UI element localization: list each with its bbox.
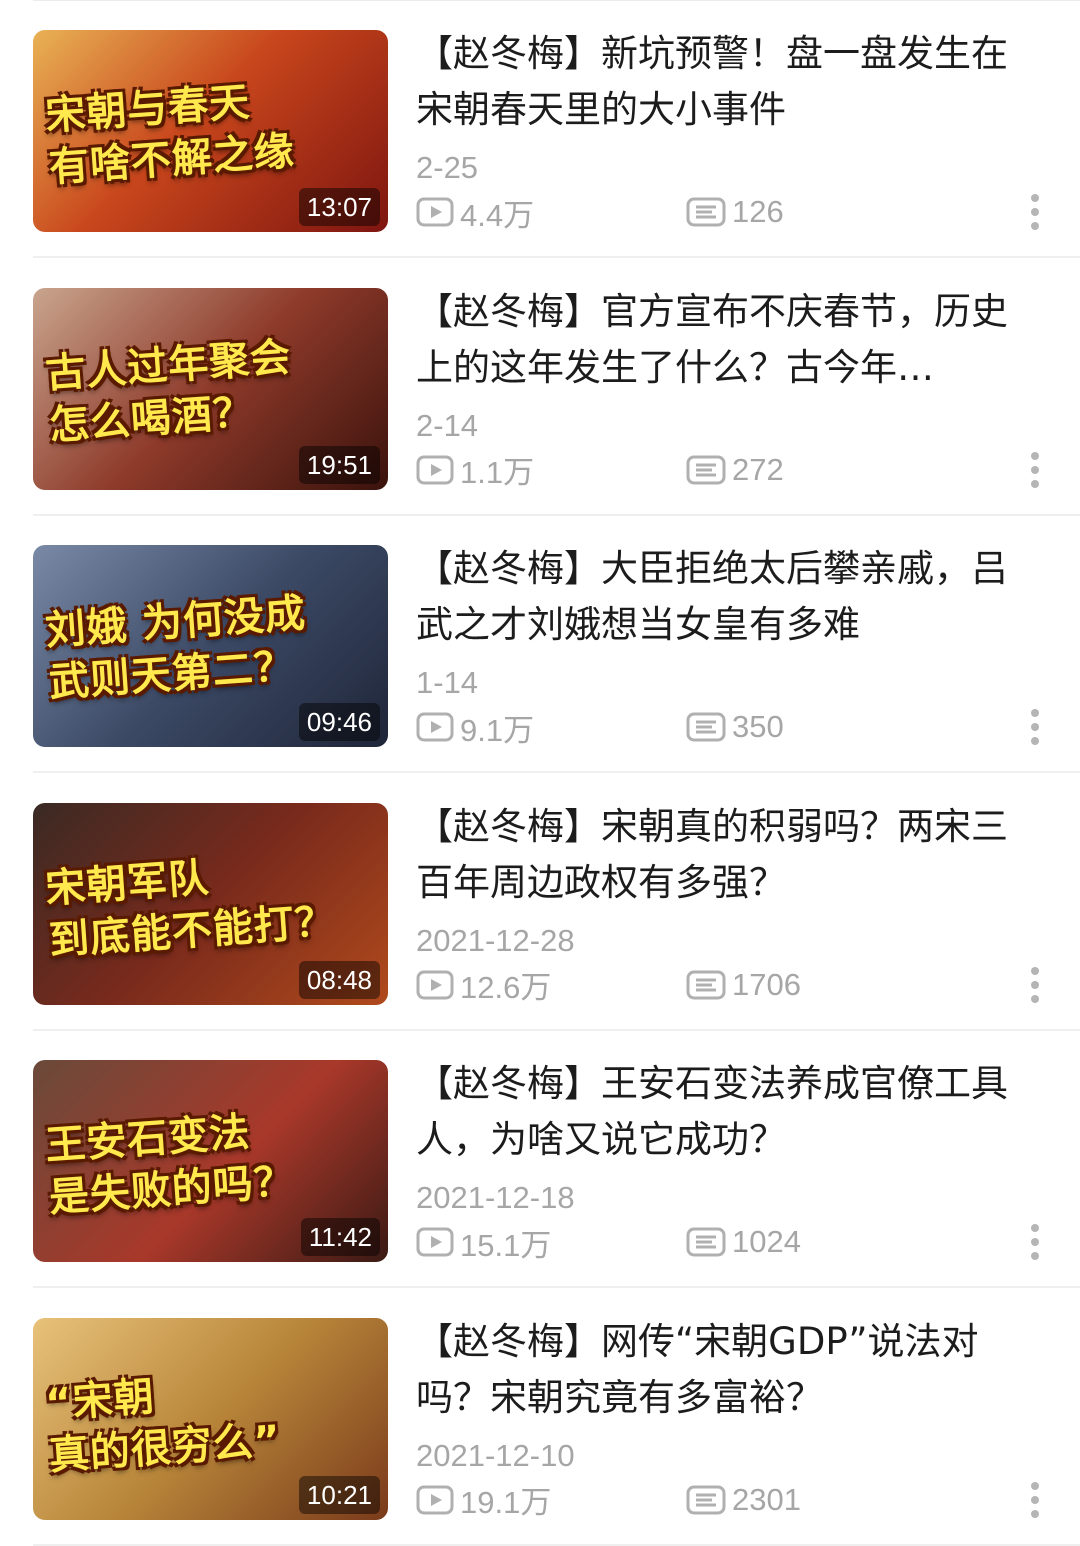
- danmaku-icon: [686, 1485, 726, 1514]
- upload-date: 2-25: [416, 150, 479, 185]
- more-dot: [1031, 222, 1039, 230]
- upload-date: 2021-12-10: [416, 1437, 575, 1473]
- danmaku-count-text: 1024: [732, 1224, 801, 1259]
- play-icon: [416, 712, 454, 742]
- video-title[interactable]: 【赵冬梅】官方宣布不庆春节，历史上的这年发生了什么？古今年…: [416, 284, 1036, 396]
- danmaku-count-text: 2301: [732, 1481, 801, 1517]
- danmaku-count: 272: [686, 450, 784, 490]
- more-vertical-icon[interactable]: [1021, 1480, 1049, 1520]
- video-title[interactable]: 【赵冬梅】宋朝真的积弱吗？两宋三百年周边政权有多强？: [416, 799, 1036, 911]
- danmaku-icon: [686, 970, 726, 999]
- video-title[interactable]: 【赵冬梅】新坑预警！盘一盘发生在宋朝春天里的大小事件: [416, 26, 1036, 138]
- video-thumbnail[interactable]: 宋朝军队 到底能不能打？ 08:48: [33, 802, 388, 1005]
- view-count-text: 1.1万: [460, 455, 535, 490]
- thumbnail-caption: 宋朝军队 到底能不能打？: [43, 854, 338, 964]
- video-item[interactable]: 宋朝军队 到底能不能打？ 08:48 【赵冬梅】宋朝真的积弱吗？两宋三百年周边政…: [0, 773, 1080, 1031]
- danmaku-count: 350: [686, 707, 784, 747]
- more-dot: [1031, 980, 1039, 989]
- play-icon: [416, 1227, 454, 1257]
- play-icon: [416, 970, 454, 999]
- video-item[interactable]: “宋朝 真的很穷么” 10:21 【赵冬梅】网传“宋朝GDP”说法对吗？宋朝究竟…: [0, 1288, 1080, 1546]
- play-icon: [416, 455, 454, 484]
- video-item[interactable]: 古人过年聚会 怎么喝酒？ 19:51 【赵冬梅】官方宣布不庆春节，历史上的这年发…: [0, 258, 1080, 516]
- more-dot: [1031, 723, 1039, 731]
- play-icon: [416, 197, 454, 227]
- video-thumbnail[interactable]: 王安石变法 是失败的吗？ 11:42: [33, 1060, 388, 1262]
- more-dot: [1031, 994, 1039, 1003]
- video-item[interactable]: 王安石变法 是失败的吗？ 11:42 【赵冬梅】王安石变法养成官僚工具人，为啥又…: [0, 1030, 1080, 1288]
- thumbnail-caption: 刘娥 为何没成 武则天第二？: [43, 590, 308, 707]
- video-duration: 08:48: [298, 960, 380, 999]
- danmaku-count: 126: [686, 192, 784, 232]
- more-vertical-icon[interactable]: [1021, 707, 1049, 747]
- video-thumbnail[interactable]: 古人过年聚会 怎么喝酒？ 19:51: [33, 287, 388, 490]
- video-thumbnail[interactable]: “宋朝 真的很穷么” 10:21: [33, 1317, 388, 1520]
- more-dot: [1031, 1238, 1039, 1246]
- more-dot: [1031, 966, 1039, 975]
- video-thumbnail[interactable]: 刘娥 为何没成 武则天第二？ 09:46: [33, 545, 388, 747]
- video-duration: 10:21: [298, 1475, 380, 1514]
- view-count: 1.1万: [416, 450, 534, 490]
- video-item[interactable]: 刘娥 为何没成 武则天第二？ 09:46 【赵冬梅】大臣拒绝太后攀亲戚，吕武之才…: [0, 515, 1080, 773]
- video-duration: 09:46: [298, 703, 380, 741]
- video-item[interactable]: 宋朝与春天 有啥不解之缘 13:07 【赵冬梅】新坑预警！盘一盘发生在宋朝春天里…: [0, 0, 1080, 258]
- view-count: 19.1万: [416, 1480, 551, 1520]
- danmaku-icon: [686, 197, 726, 227]
- danmaku-count: 2301: [686, 1480, 801, 1520]
- play-icon: [416, 1485, 454, 1514]
- view-count-text: 9.1万: [460, 712, 535, 748]
- view-count-text: 4.4万: [460, 197, 535, 233]
- danmaku-icon: [686, 455, 726, 484]
- more-dot: [1031, 1224, 1039, 1232]
- more-vertical-icon[interactable]: [1021, 450, 1049, 490]
- danmaku-count: 1706: [686, 965, 801, 1005]
- view-count: 4.4万: [416, 192, 535, 233]
- video-duration: 19:51: [298, 445, 380, 484]
- thumbnail-caption: 古人过年聚会 怎么喝酒？: [43, 333, 293, 449]
- view-count-text: 12.6万: [460, 970, 552, 1005]
- more-dot: [1031, 479, 1039, 488]
- more-vertical-icon[interactable]: [1021, 192, 1049, 232]
- video-thumbnail[interactable]: 宋朝与春天 有啥不解之缘 13:07: [33, 30, 388, 232]
- danmaku-count-text: 350: [732, 709, 784, 744]
- more-dot: [1031, 194, 1039, 202]
- danmaku-count-text: 126: [732, 194, 784, 229]
- more-vertical-icon[interactable]: [1021, 965, 1049, 1005]
- view-count: 12.6万: [416, 965, 551, 1005]
- video-duration: 13:07: [298, 188, 380, 226]
- video-title[interactable]: 【赵冬梅】大臣拒绝太后攀亲戚，吕武之才刘娥想当女皇有多难: [416, 541, 1036, 653]
- upload-date: 2021-12-28: [416, 922, 575, 958]
- danmaku-count-text: 272: [732, 451, 784, 487]
- more-dot: [1031, 1252, 1039, 1260]
- upload-date: 2021-12-18: [416, 1180, 575, 1215]
- more-dot: [1031, 709, 1039, 717]
- upload-date: 2-14: [416, 407, 479, 443]
- more-dot: [1031, 1495, 1039, 1504]
- view-count: 9.1万: [416, 707, 535, 748]
- danmaku-count-text: 1706: [732, 966, 801, 1002]
- video-title[interactable]: 【赵冬梅】王安石变法养成官僚工具人，为啥又说它成功？: [416, 1056, 1036, 1168]
- more-dot: [1031, 1509, 1039, 1518]
- danmaku-count: 1024: [686, 1222, 801, 1262]
- more-dot: [1031, 451, 1039, 460]
- video-title[interactable]: 【赵冬梅】网传“宋朝GDP”说法对吗？宋朝究竟有多富裕？: [416, 1314, 1036, 1426]
- view-count: 15.1万: [416, 1222, 552, 1263]
- view-count-text: 15.1万: [460, 1227, 552, 1263]
- danmaku-icon: [686, 712, 726, 742]
- thumbnail-caption: 王安石变法 是失败的吗？: [43, 1109, 297, 1222]
- video-duration: 11:42: [300, 1218, 380, 1256]
- more-dot: [1031, 1481, 1039, 1490]
- more-dot: [1031, 737, 1039, 745]
- more-vertical-icon[interactable]: [1021, 1222, 1049, 1262]
- more-dot: [1031, 465, 1039, 474]
- upload-date: 1-14: [416, 665, 479, 700]
- more-dot: [1031, 208, 1039, 216]
- view-count-text: 19.1万: [460, 1485, 552, 1520]
- thumbnail-caption: “宋朝 真的很穷么”: [43, 1373, 283, 1479]
- row-divider: [33, 1543, 1080, 1546]
- thumbnail-caption: 宋朝与春天 有啥不解之缘: [43, 79, 297, 192]
- danmaku-icon: [686, 1227, 726, 1257]
